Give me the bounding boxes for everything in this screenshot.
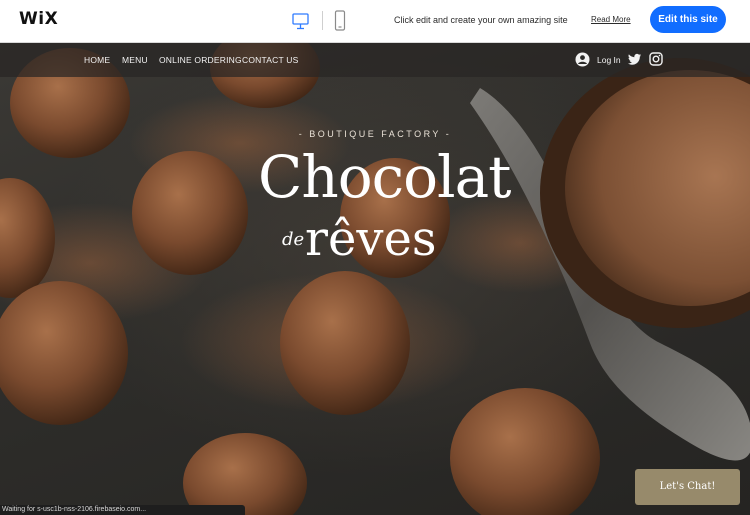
instagram-icon[interactable] [649,52,663,66]
hero-title-line1: Chocolat [258,143,511,211]
promo-text: Click edit and create your own amazing s… [394,15,568,25]
wix-top-bar: WiX Click edit and create your own amazi… [0,0,750,43]
hero-title-de: de [282,229,305,250]
status-text: Waiting for s-usc1b-nss-2106.firebaseio.… [2,506,147,513]
site-navigation: HOME MENU ONLINE ORDERING CONTACT US Log… [0,43,750,77]
login-link[interactable]: Log In [597,55,621,65]
user-icon[interactable] [575,52,590,67]
nav-menu[interactable]: MENU [122,55,148,65]
hero-background-image [0,43,750,515]
mobile-icon[interactable] [334,10,346,31]
nav-home[interactable]: HOME [84,55,110,65]
read-more-link[interactable]: Read More [591,15,631,24]
device-divider [322,11,323,30]
hero-section: HOME MENU ONLINE ORDERING CONTACT US Log… [0,43,750,515]
browser-status-bar: Waiting for s-usc1b-nss-2106.firebaseio.… [0,505,245,515]
hero-title-line2: rêves [305,211,437,267]
twitter-icon[interactable] [628,52,642,66]
edit-site-button[interactable]: Edit this site [650,6,726,33]
wix-logo[interactable]: WiX [19,9,58,29]
lets-chat-button[interactable]: Let's Chat! [635,469,740,505]
desktop-icon[interactable] [292,11,309,31]
nav-online-ordering[interactable]: ONLINE ORDERING [159,55,242,65]
nav-contact-us[interactable]: CONTACT US [242,55,298,65]
hero-tagline: - BOUTIQUE FACTORY - [298,129,452,139]
